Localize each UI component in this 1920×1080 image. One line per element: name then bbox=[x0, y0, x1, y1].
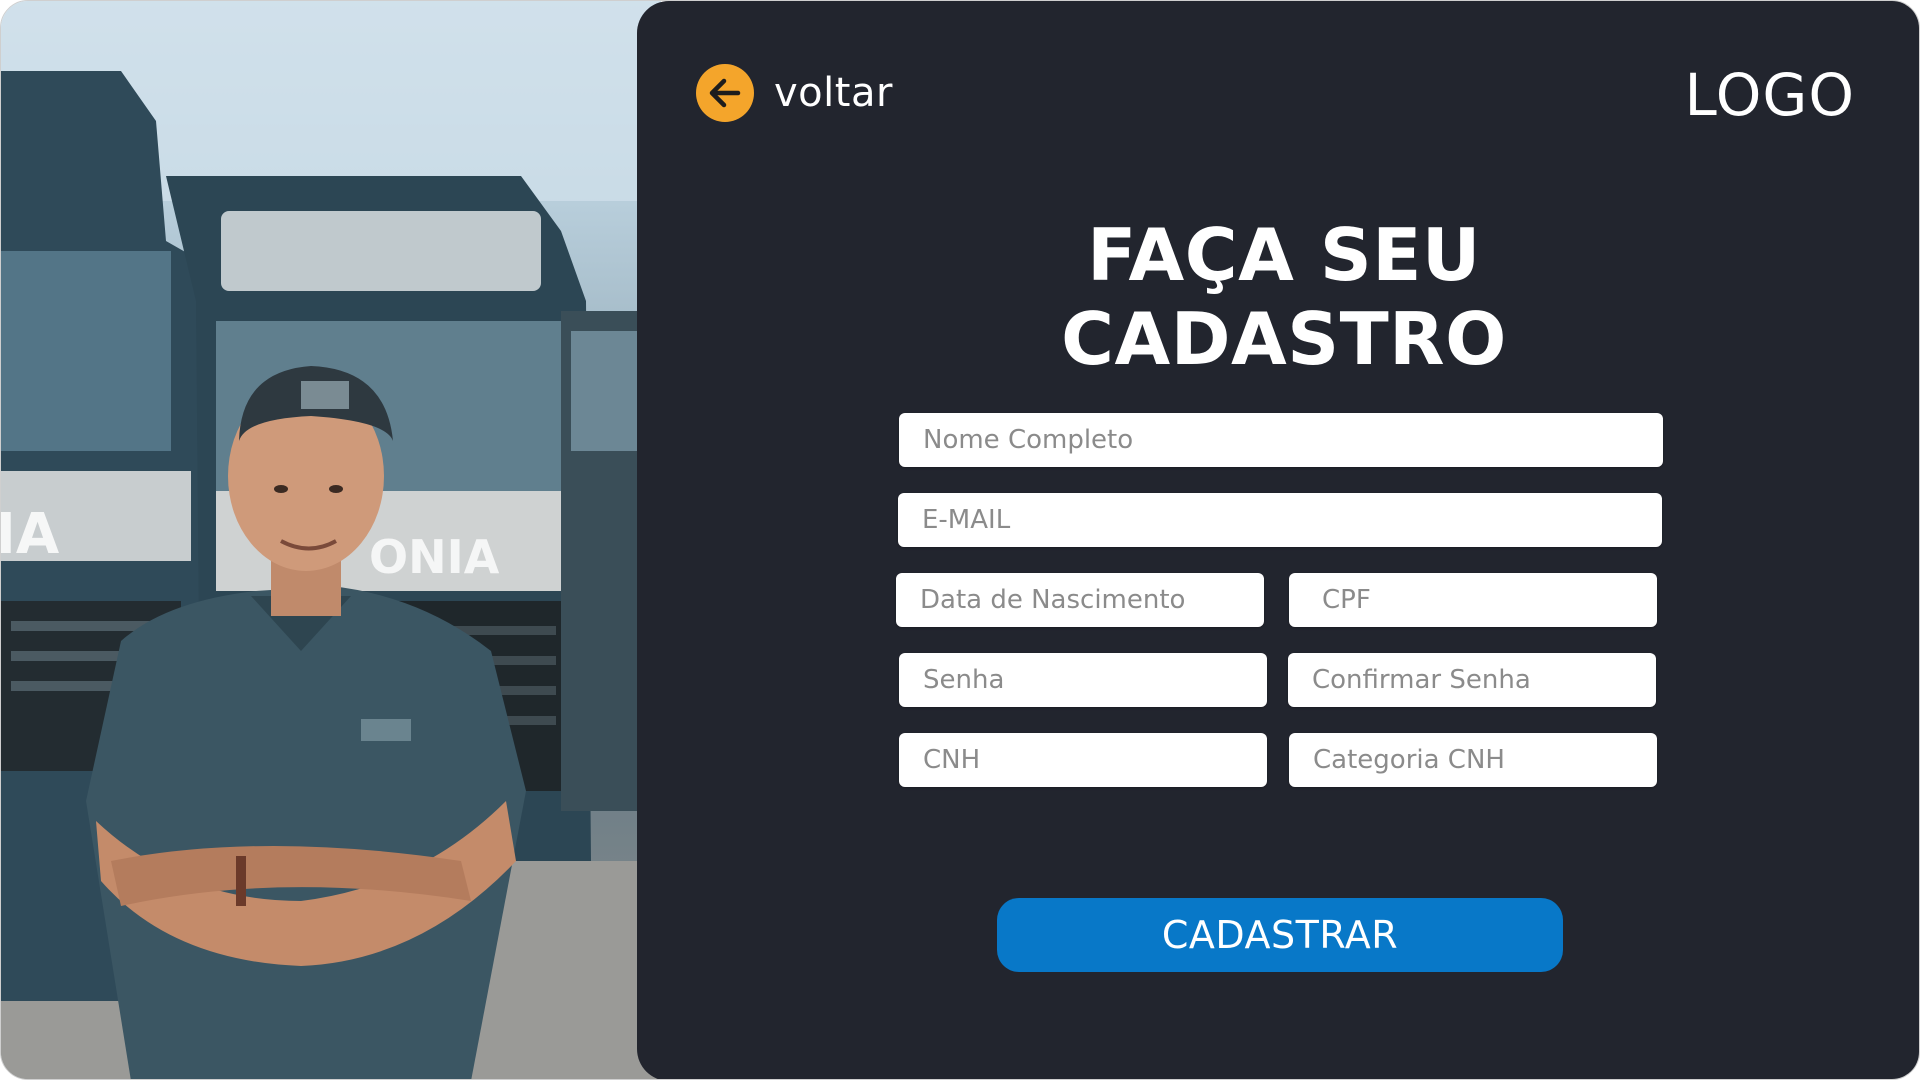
page-title: FAÇA SEU CADASTRO bbox=[1061, 213, 1507, 381]
cnh-category-input[interactable] bbox=[1289, 733, 1657, 787]
svg-text:IA: IA bbox=[1, 502, 60, 567]
logo: LOGO bbox=[1684, 61, 1855, 129]
app-window: IA ONIA voltar LOGO FAÇA SEU CADASTRO No… bbox=[0, 0, 1920, 1080]
birth-date-input[interactable] bbox=[896, 573, 1264, 627]
cpf-input[interactable] bbox=[1289, 573, 1657, 627]
password-input[interactable] bbox=[899, 653, 1267, 707]
back-label[interactable]: voltar bbox=[774, 70, 893, 116]
truck-driver-photo: IA ONIA bbox=[1, 1, 661, 1079]
submit-button[interactable]: CADASTRAR bbox=[997, 898, 1563, 972]
back-button-circle[interactable] bbox=[696, 64, 754, 122]
full-name-input[interactable] bbox=[899, 413, 1663, 467]
svg-text:ONIA: ONIA bbox=[369, 530, 500, 584]
arrow-left-icon bbox=[709, 78, 741, 108]
email-input[interactable] bbox=[898, 493, 1662, 547]
cnh-input[interactable] bbox=[899, 733, 1267, 787]
back-button[interactable]: voltar bbox=[696, 64, 893, 122]
confirm-password-input[interactable] bbox=[1288, 653, 1656, 707]
signup-panel: voltar LOGO FAÇA SEU CADASTRO CADASTRAR bbox=[637, 1, 1919, 1079]
photo-illustration: IA ONIA bbox=[1, 1, 661, 1079]
